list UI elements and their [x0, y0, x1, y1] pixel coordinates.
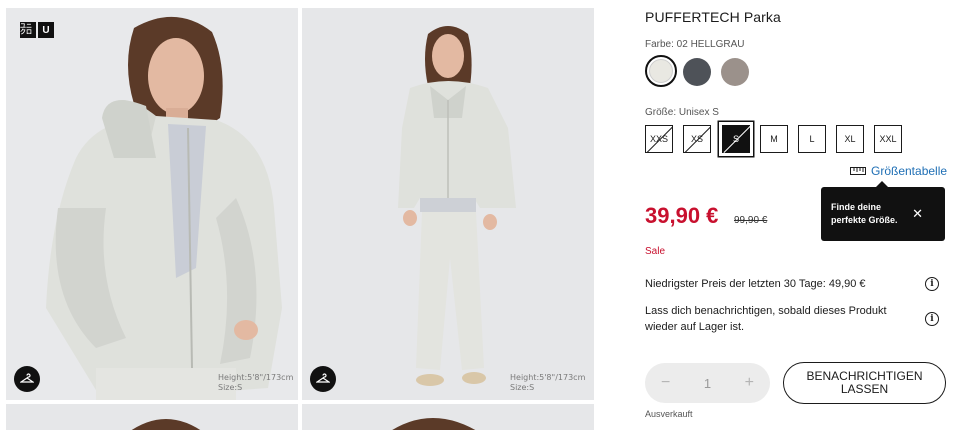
- color-swatch-taupe[interactable]: [721, 58, 749, 86]
- model-photo-illustration-3: [6, 404, 298, 430]
- tooltip-line-1: Finde deine: [831, 202, 882, 212]
- size-chart-link[interactable]: Größentabelle: [850, 164, 947, 178]
- model-height-text: Height:5'8"/173cm: [510, 373, 586, 382]
- size-chart-label: Größentabelle: [871, 164, 948, 178]
- product-photo-2[interactable]: Height:5'8"/173cm Size:S: [302, 8, 594, 400]
- product-photo-3[interactable]: [6, 404, 298, 430]
- hanger-icon[interactable]: [310, 366, 336, 392]
- model-size-text: Size:S: [218, 383, 243, 392]
- restock-text: Lass dich benachrichtigen, sobald dieses…: [645, 305, 887, 333]
- size-button-s[interactable]: S: [719, 122, 753, 156]
- current-price: 39,90 €: [645, 203, 719, 228]
- lowest-price-info: Niedrigster Preis der letzten 30 Tage: 4…: [645, 276, 945, 292]
- uniqlo-logo-katakana: ユニ クロ: [20, 22, 36, 38]
- model-photo-illustration-2: [302, 8, 594, 400]
- model-photo-illustration-4: [302, 404, 594, 430]
- size-label: Größe: Unisex S: [645, 107, 719, 118]
- info-icon[interactable]: i: [925, 277, 939, 291]
- ruler-icon: [850, 167, 866, 175]
- info-icon[interactable]: i: [925, 312, 939, 326]
- lowest-price-text: Niedrigster Preis der letzten 30 Tage: 4…: [645, 278, 866, 290]
- close-icon[interactable]: ✕: [912, 207, 923, 220]
- color-swatch-light-grey[interactable]: [645, 55, 677, 87]
- size-tooltip: Finde deine perfekte Größe. ✕: [821, 181, 945, 241]
- size-button-xxs[interactable]: XXS: [645, 125, 673, 153]
- product-photo-4[interactable]: [302, 404, 594, 430]
- color-swatch-dark-grey[interactable]: [683, 58, 711, 86]
- notify-me-button[interactable]: BENACHRICHTIGEN LASSEN: [783, 362, 946, 404]
- uniqlo-logo: ユニ クロ U: [20, 22, 54, 38]
- product-title: PUFFERTECH Parka: [645, 9, 781, 25]
- model-photo-illustration-1: [6, 8, 298, 400]
- size-button-xl[interactable]: XL: [836, 125, 864, 153]
- model-size-text: Size:S: [510, 383, 535, 392]
- quantity-stepper: − 1 +: [645, 363, 770, 403]
- quantity-minus-button[interactable]: −: [661, 374, 670, 392]
- model-info-2: Height:5'8"/173cm Size:S: [510, 373, 585, 393]
- product-gallery: ユニ クロ U Height:5'8"/173cm Size:S Height:…: [0, 0, 600, 430]
- quantity-value: 1: [703, 375, 712, 391]
- restock-info: Lass dich benachrichtigen, sobald dieses…: [645, 303, 945, 335]
- quantity-plus-button[interactable]: +: [745, 374, 754, 392]
- hanger-icon[interactable]: [14, 366, 40, 392]
- original-price: 99,90 €: [734, 215, 768, 226]
- model-height-text: Height:5'8"/173cm: [218, 373, 294, 382]
- color-label: Farbe: 02 HELLGRAU: [645, 39, 745, 50]
- product-details: PUFFERTECH Parka Farbe: 02 HELLGRAU Größ…: [645, 0, 960, 430]
- sale-badge: Sale: [645, 246, 666, 257]
- size-button-m[interactable]: M: [760, 125, 788, 153]
- tooltip-line-2: perfekte Größe.: [831, 215, 898, 225]
- size-button-xs[interactable]: XS: [683, 125, 711, 153]
- product-photo-1[interactable]: ユニ クロ U Height:5'8"/173cm Size:S: [6, 8, 298, 400]
- sold-out-label: Ausverkauft: [645, 409, 693, 419]
- model-info-1: Height:5'8"/173cm Size:S: [218, 373, 293, 393]
- size-button-xxl[interactable]: XXL: [874, 125, 902, 153]
- size-button-l[interactable]: L: [798, 125, 826, 153]
- uniqlo-logo-u: U: [38, 22, 54, 38]
